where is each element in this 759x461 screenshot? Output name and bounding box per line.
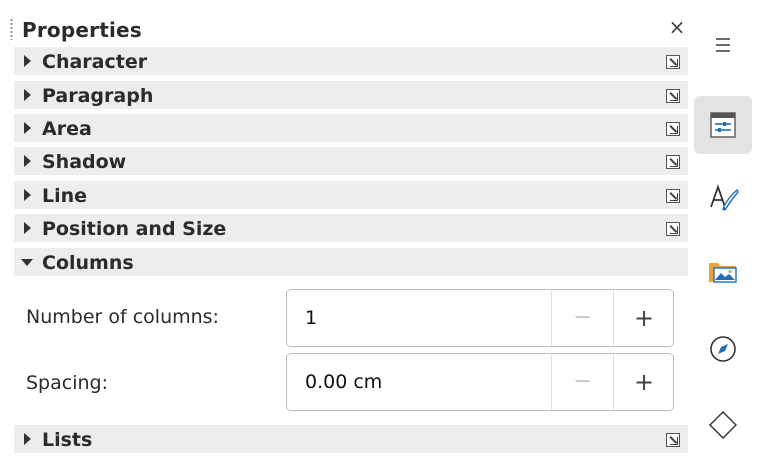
section-label: Area	[42, 118, 92, 140]
section-label: Paragraph	[42, 85, 154, 107]
spacing-value[interactable]: 0.00 cm	[305, 371, 382, 393]
navigator-icon	[710, 336, 736, 362]
section-label: Lists	[42, 429, 93, 451]
number-of-columns-value[interactable]: 1	[305, 307, 317, 329]
decrement-button[interactable]: −	[551, 290, 613, 346]
increment-button[interactable]: +	[613, 354, 674, 410]
sidebar-menu-button[interactable]	[694, 16, 752, 74]
styles-tab[interactable]	[694, 168, 752, 226]
section-lists[interactable]: Lists	[14, 425, 688, 453]
shapes-tab[interactable]	[694, 396, 752, 454]
section-shadow[interactable]: Shadow	[14, 147, 688, 175]
section-label: Character	[42, 51, 148, 73]
panel-title: Properties	[22, 18, 142, 42]
increment-button[interactable]: +	[613, 290, 674, 346]
more-options-icon[interactable]	[666, 55, 680, 69]
section-position-and-size[interactable]: Position and Size	[14, 214, 688, 242]
spacing-label: Spacing:	[26, 372, 108, 394]
section-character[interactable]: Character	[14, 47, 688, 75]
sidebar-tabbar	[692, 0, 759, 461]
decrement-button[interactable]: −	[551, 354, 613, 410]
expand-arrow-icon	[24, 155, 31, 167]
expand-arrow-icon	[24, 433, 31, 445]
section-line[interactable]: Line	[14, 181, 688, 209]
close-button[interactable]: ×	[666, 16, 688, 38]
expand-arrow-icon	[24, 189, 31, 201]
drag-grip-icon[interactable]	[10, 18, 13, 40]
section-label: Columns	[42, 252, 134, 274]
spacing-spinbox[interactable]: 0.00 cm − +	[286, 353, 674, 411]
more-options-icon[interactable]	[666, 222, 680, 236]
more-options-icon[interactable]	[666, 433, 680, 447]
expand-arrow-icon	[24, 89, 31, 101]
expand-arrow-icon	[24, 55, 31, 67]
section-columns[interactable]: Columns	[14, 248, 688, 276]
navigator-tab[interactable]	[694, 320, 752, 378]
more-options-icon[interactable]	[666, 189, 680, 203]
properties-icon	[710, 112, 736, 138]
section-area[interactable]: Area	[14, 114, 688, 142]
section-label: Position and Size	[42, 218, 227, 240]
more-options-icon[interactable]	[666, 122, 680, 136]
shapes-icon	[709, 411, 737, 439]
number-of-columns-label: Number of columns:	[26, 306, 219, 328]
gallery-tab[interactable]	[694, 242, 752, 300]
number-of-columns-spinbox[interactable]: 1 − +	[286, 289, 674, 347]
gallery-icon	[709, 263, 737, 283]
more-options-icon[interactable]	[666, 89, 680, 103]
section-label: Shadow	[42, 151, 127, 173]
styles-icon	[710, 184, 739, 211]
section-label: Line	[42, 185, 88, 207]
collapse-arrow-icon	[21, 259, 33, 266]
expand-arrow-icon	[24, 122, 31, 134]
expand-arrow-icon	[24, 222, 31, 234]
properties-panel: Properties × Character Paragraph Area Sh…	[0, 0, 692, 461]
section-paragraph[interactable]: Paragraph	[14, 81, 688, 109]
properties-tab[interactable]	[694, 96, 752, 154]
panel-title-bar: Properties ×	[0, 10, 692, 44]
hamburger-icon	[716, 38, 730, 52]
more-options-icon[interactable]	[666, 155, 680, 169]
